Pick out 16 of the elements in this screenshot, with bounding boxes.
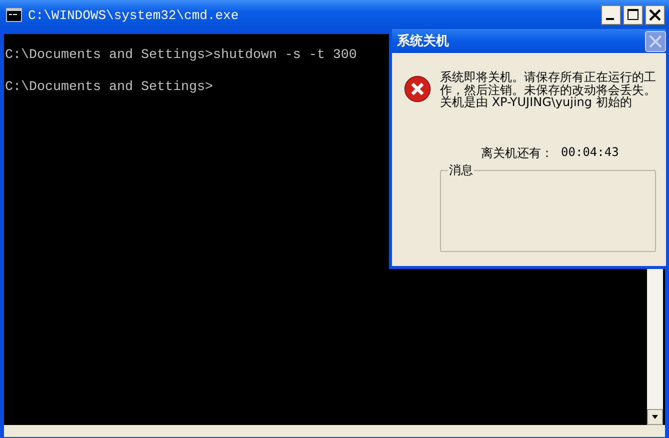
maximize-icon[interactable]: [623, 5, 643, 25]
horizontal-scrollbar[interactable]: [4, 425, 665, 437]
group-label: 消息: [448, 162, 474, 177]
scrollbar[interactable]: [647, 269, 663, 425]
scroll-down-icon[interactable]: [647, 409, 663, 425]
message-text: 系统即将关机。请保存所有正在运行的工 作，然后注销。未保存的改动将会丢失。 关机是由 XP-YUJING\yujing 初始的: [440, 71, 656, 109]
console-line: C:\Documents and Settings>shutdown -s -t 300: [5, 48, 357, 64]
console-line: C:\Documents and Settings>: [5, 80, 213, 96]
dialog-title: 系统关机: [397, 32, 449, 50]
minimize-icon[interactable]: [601, 5, 621, 25]
console-icon: [6, 8, 22, 22]
countdown-time: 00:04:43: [561, 144, 619, 161]
countdown-label: 离关机还有 :: [481, 144, 550, 162]
window-title: C:\WINDOWS\system32\cmd.exe: [28, 8, 240, 22]
error-icon: [404, 73, 431, 105]
close-icon[interactable]: [645, 5, 665, 25]
